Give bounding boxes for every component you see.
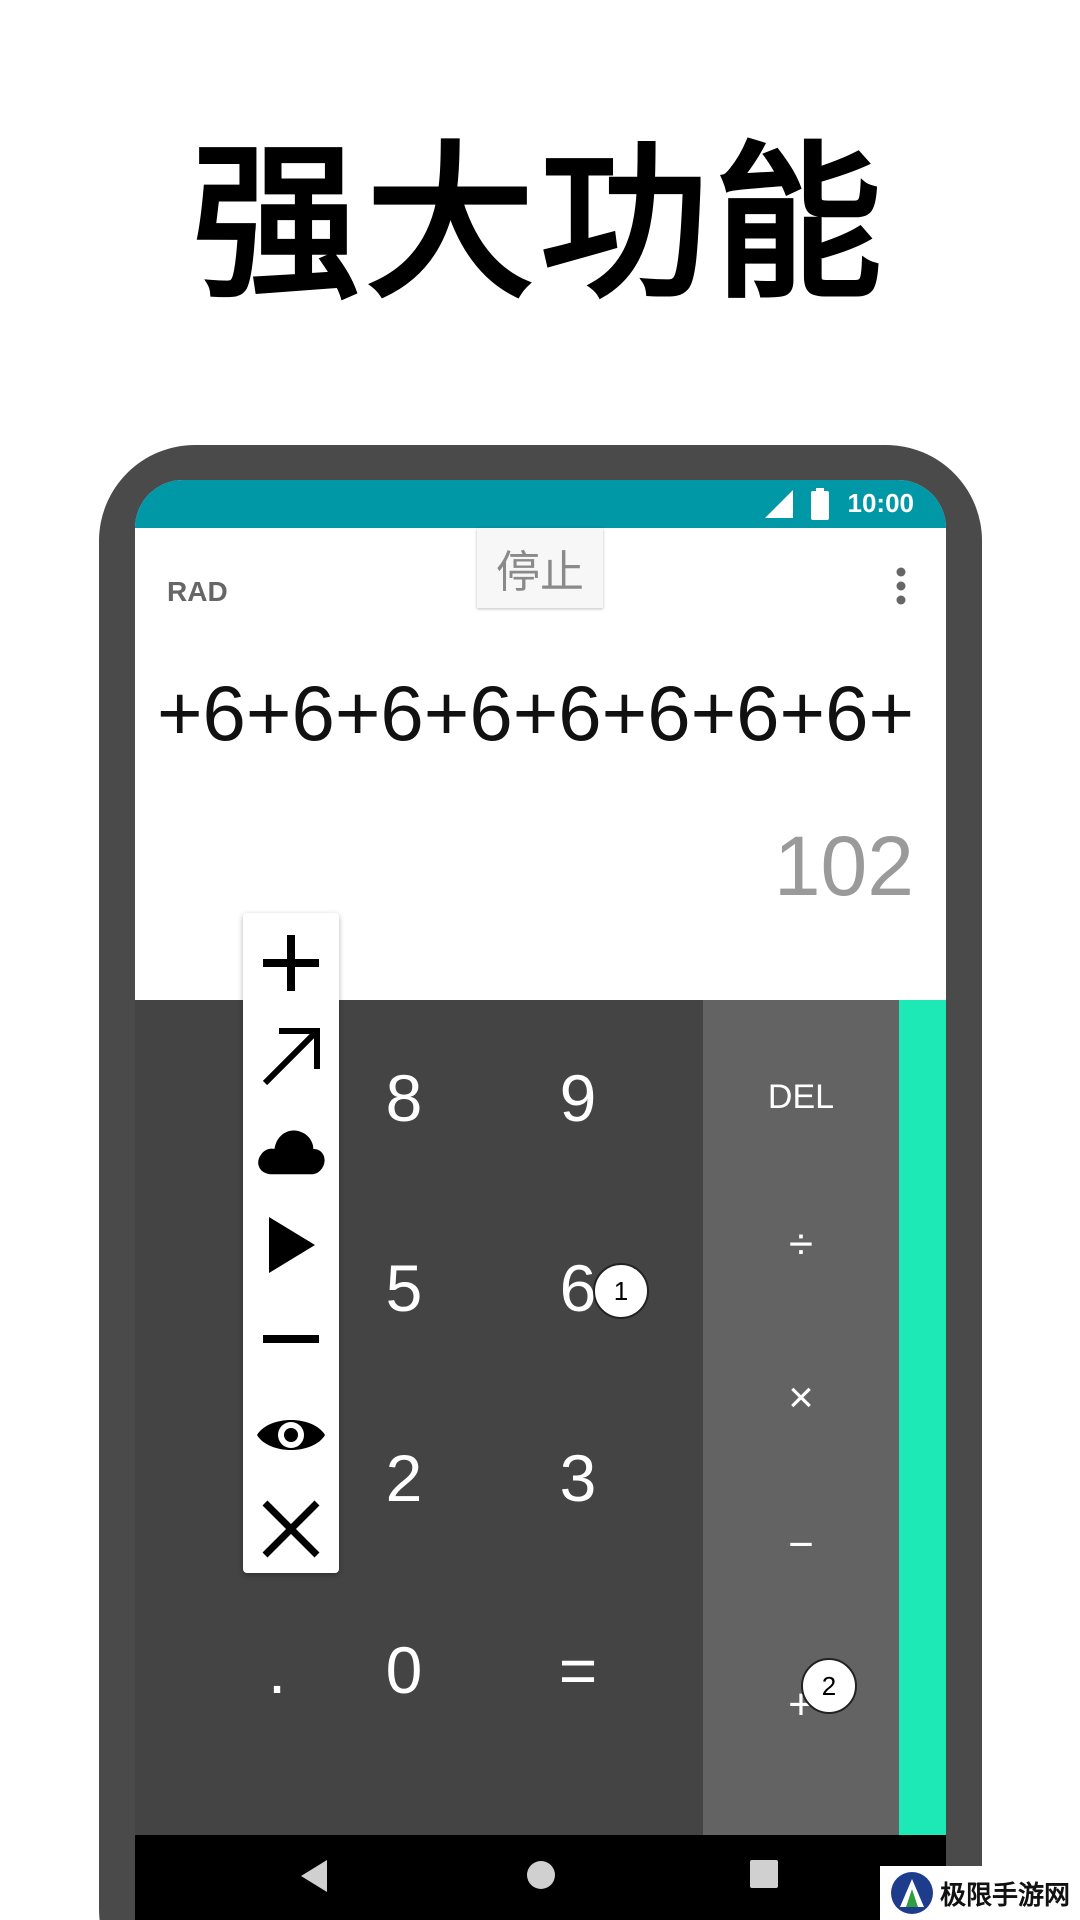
expression-text[interactable]: +6+6+6+6+6+6+6+6+ bbox=[157, 668, 914, 759]
battery-icon bbox=[811, 488, 829, 520]
more-vert-icon[interactable] bbox=[895, 566, 907, 606]
status-bar: 10:00 bbox=[135, 480, 946, 528]
advanced-panel-handle[interactable] bbox=[899, 1000, 946, 1835]
headline: 强大功能 bbox=[192, 126, 888, 322]
stop-button[interactable]: 停止 bbox=[477, 528, 603, 608]
play-icon[interactable] bbox=[255, 1209, 327, 1281]
angle-mode-toggle[interactable]: RAD bbox=[167, 576, 228, 608]
key-equals[interactable]: = bbox=[491, 1575, 665, 1765]
watermark: 极限手游网 bbox=[880, 1866, 1080, 1920]
key-9[interactable]: 9 bbox=[491, 1003, 665, 1193]
divide-button[interactable]: ÷ bbox=[703, 1170, 899, 1320]
result-text: 102 bbox=[773, 819, 914, 913]
arrow-up-right-icon[interactable] bbox=[255, 1021, 327, 1093]
tap-marker-1: 1 bbox=[593, 1263, 649, 1319]
cloud-icon[interactable] bbox=[255, 1113, 327, 1185]
status-time: 10:00 bbox=[847, 488, 915, 518]
add-button[interactable]: + bbox=[703, 1630, 899, 1780]
floating-toolbar bbox=[243, 913, 339, 1573]
key-0[interactable]: 0 bbox=[317, 1575, 491, 1765]
minus-icon[interactable] bbox=[255, 1303, 327, 1375]
key-3[interactable]: 3 bbox=[491, 1383, 665, 1573]
multiply-button[interactable]: × bbox=[703, 1323, 899, 1473]
recents-icon[interactable] bbox=[750, 1860, 778, 1888]
tap-marker-2: 2 bbox=[801, 1658, 857, 1714]
key-8[interactable]: 8 bbox=[317, 1003, 491, 1193]
operators-panel: DEL ÷ × − + bbox=[703, 1000, 899, 1835]
back-icon[interactable] bbox=[301, 1860, 327, 1892]
navigation-bar bbox=[135, 1835, 946, 1920]
watermark-text: 极限手游网 bbox=[940, 1880, 1071, 1911]
subtract-button[interactable]: − bbox=[703, 1470, 899, 1620]
home-icon[interactable] bbox=[526, 1860, 556, 1890]
site-logo-icon bbox=[891, 1872, 933, 1914]
page: 强大功能 10:00 RAD 停止 +6+6+6+6+6+6+6+6+ 102 bbox=[0, 0, 1080, 1920]
add-icon[interactable] bbox=[255, 927, 327, 999]
signal-icon bbox=[765, 490, 793, 518]
close-icon[interactable] bbox=[255, 1493, 327, 1565]
key-2[interactable]: 2 bbox=[317, 1383, 491, 1573]
key-5[interactable]: 5 bbox=[317, 1193, 491, 1383]
eye-icon[interactable] bbox=[255, 1399, 327, 1471]
delete-button[interactable]: DEL bbox=[703, 1022, 899, 1172]
